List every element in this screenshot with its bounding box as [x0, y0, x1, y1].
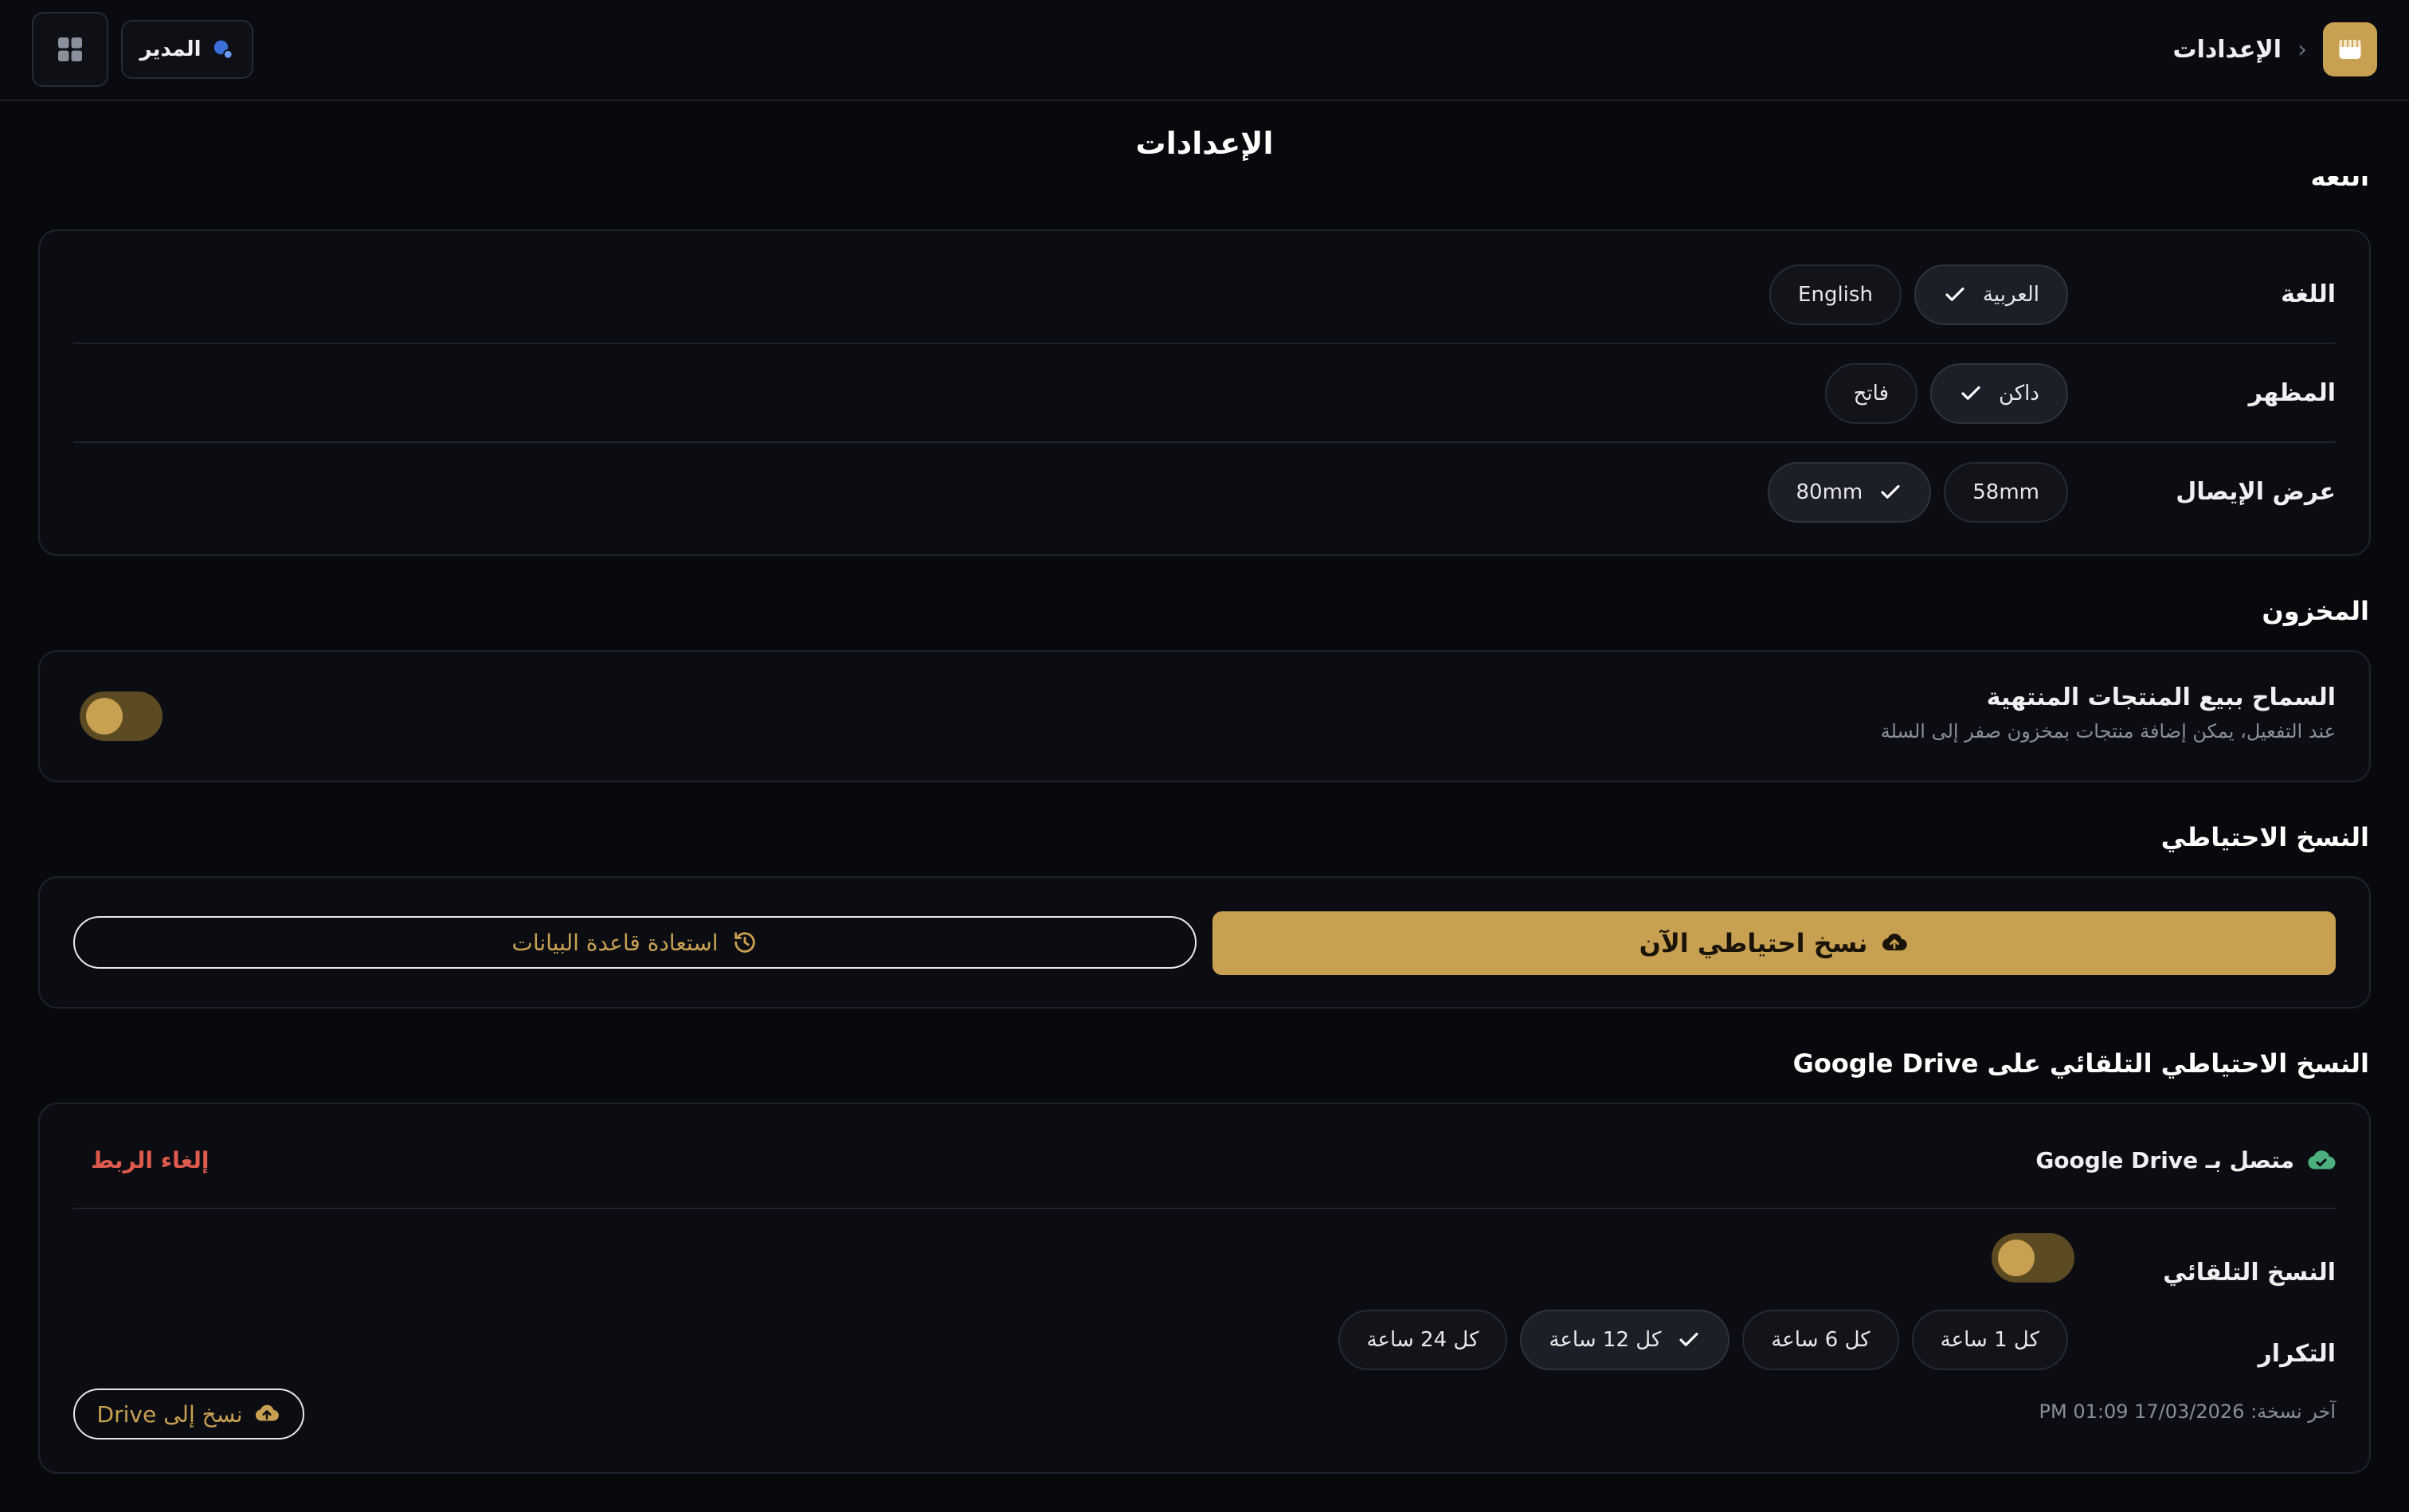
inventory-card: السماح ببيع المنتجات المنتهية عند التفعي… [38, 650, 2371, 782]
backup-now-label: نسخ احتياطي الآن [1639, 928, 1868, 958]
breadcrumb: ‹ الإعدادات [2172, 20, 2377, 79]
receipt-option-58mm[interactable]: 58mm [1944, 462, 2068, 523]
check-icon [1679, 1332, 1698, 1346]
history-icon [734, 932, 755, 953]
appearance-label: المظهر [2248, 379, 2336, 407]
allow-expired-description: عند التفعيل، يمكن إضافة منتجات بمخزون صف… [1880, 720, 2336, 742]
unlink-drive-button[interactable]: إلغاء الربط [91, 1147, 210, 1173]
receipt-width-options: 58mm 80mm [1767, 462, 2068, 523]
frequency-option-label: كل 24 ساعة [1366, 1328, 1479, 1352]
last-backup-text: آخر نسخة: 17/03/2026 01:09 PM [2039, 1400, 2336, 1423]
backup-to-drive-button[interactable]: نسخ إلى Drive [73, 1389, 304, 1440]
section-heading-language: اللغة [2310, 176, 2369, 203]
backup-card: نسخ احتياطي الآن استعادة قاعدة البيانات [38, 876, 2371, 1009]
general-settings-card: اللغة العربية English المظهر داكن فاتح ع… [38, 229, 2371, 556]
frequency-option-label: كل 1 ساعة [1940, 1328, 2039, 1352]
toggle-knob [1998, 1240, 2035, 1276]
check-icon [1945, 287, 1964, 301]
frequency-label: التكرار [2258, 1340, 2336, 1368]
frequency-option-1h[interactable]: كل 1 ساعة [1911, 1310, 2068, 1370]
store-icon [2339, 40, 2361, 59]
breadcrumb-title: الإعدادات [2172, 35, 2282, 64]
language-option-label: English [1798, 283, 1873, 307]
check-icon [1961, 386, 1980, 400]
language-option-arabic[interactable]: العربية [1913, 264, 2068, 325]
frequency-option-24h[interactable]: كل 24 ساعة [1338, 1310, 1508, 1370]
frequency-options: كل 1 ساعة كل 6 ساعة كل 12 ساعة كل 24 ساع… [1338, 1310, 2068, 1370]
toggle-knob [86, 698, 123, 734]
backup-to-drive-label: نسخ إلى Drive [96, 1400, 243, 1428]
check-icon [1881, 484, 1900, 499]
store-logo[interactable] [2323, 22, 2377, 76]
language-options: العربية English [1769, 264, 2068, 325]
section-heading-inventory: المخزون [2262, 596, 2369, 626]
cloud-upload-icon [256, 1404, 280, 1421]
frequency-option-12h[interactable]: كل 12 ساعة [1520, 1310, 1730, 1370]
divider [73, 1208, 2336, 1209]
restore-database-button[interactable]: استعادة قاعدة البيانات [73, 916, 1197, 969]
grid-icon [58, 37, 82, 61]
section-heading-language-text: اللغة [2310, 176, 2369, 192]
allow-expired-title: السماح ببيع المنتجات المنتهية [1986, 684, 2336, 711]
receipt-option-label: 58mm [1972, 480, 2039, 504]
receipt-option-80mm[interactable]: 80mm [1767, 462, 1932, 523]
language-option-english[interactable]: English [1769, 264, 1902, 325]
cloud-upload-icon [1882, 933, 1908, 951]
drive-card: متصل بـ Google Drive إلغاء الربط النسخ ا… [38, 1103, 2371, 1474]
appearance-option-label: داكن [1999, 382, 2039, 405]
frequency-option-6h[interactable]: كل 6 ساعة [1742, 1310, 1899, 1370]
page-title: الإعدادات [1135, 126, 1274, 161]
settings-screen: المدير ‹ الإعدادات الإعدادات اللغة اللغة… [0, 0, 2409, 1512]
drive-status-label: متصل بـ Google Drive [2035, 1146, 2294, 1173]
user-role-label: المدير [139, 37, 202, 61]
divider [73, 441, 2336, 443]
receipt-option-label: 80mm [1796, 480, 1863, 504]
chevron-left-icon: ‹ [2297, 35, 2307, 64]
top-bar: المدير ‹ الإعدادات [0, 0, 2409, 101]
appearance-options: داكن فاتح [1824, 363, 2068, 424]
appearance-option-dark[interactable]: داكن [1930, 363, 2068, 424]
cloud-check-icon [2308, 1150, 2336, 1169]
section-heading-backup: النسخ الاحتياطي [2160, 822, 2369, 852]
frequency-option-label: كل 12 ساعة [1549, 1328, 1662, 1352]
allow-expired-toggle[interactable] [80, 691, 163, 741]
backup-now-button[interactable]: نسخ احتياطي الآن [1212, 911, 2336, 975]
auto-backup-label: النسخ التلقائي [2163, 1259, 2336, 1287]
apps-grid-button[interactable] [32, 12, 108, 87]
receipt-width-label: عرض الإيصال [2176, 478, 2336, 506]
language-option-label: العربية [1982, 283, 2039, 307]
user-role-chip[interactable]: المدير [121, 20, 253, 79]
restore-database-label: استعادة قاعدة البيانات [511, 929, 719, 956]
auto-backup-toggle[interactable] [1992, 1233, 2074, 1283]
divider [73, 343, 2336, 344]
language-label: اللغة [2281, 280, 2336, 308]
appearance-option-light[interactable]: فاتح [1824, 363, 1918, 424]
drive-status: متصل بـ Google Drive [2035, 1144, 2337, 1176]
frequency-option-label: كل 6 ساعة [1771, 1328, 1870, 1352]
user-shield-icon [213, 40, 233, 60]
section-heading-drive: النسخ الاحتياطي التلقائي على Google Driv… [1792, 1048, 2369, 1079]
appearance-option-label: فاتح [1853, 382, 1890, 405]
